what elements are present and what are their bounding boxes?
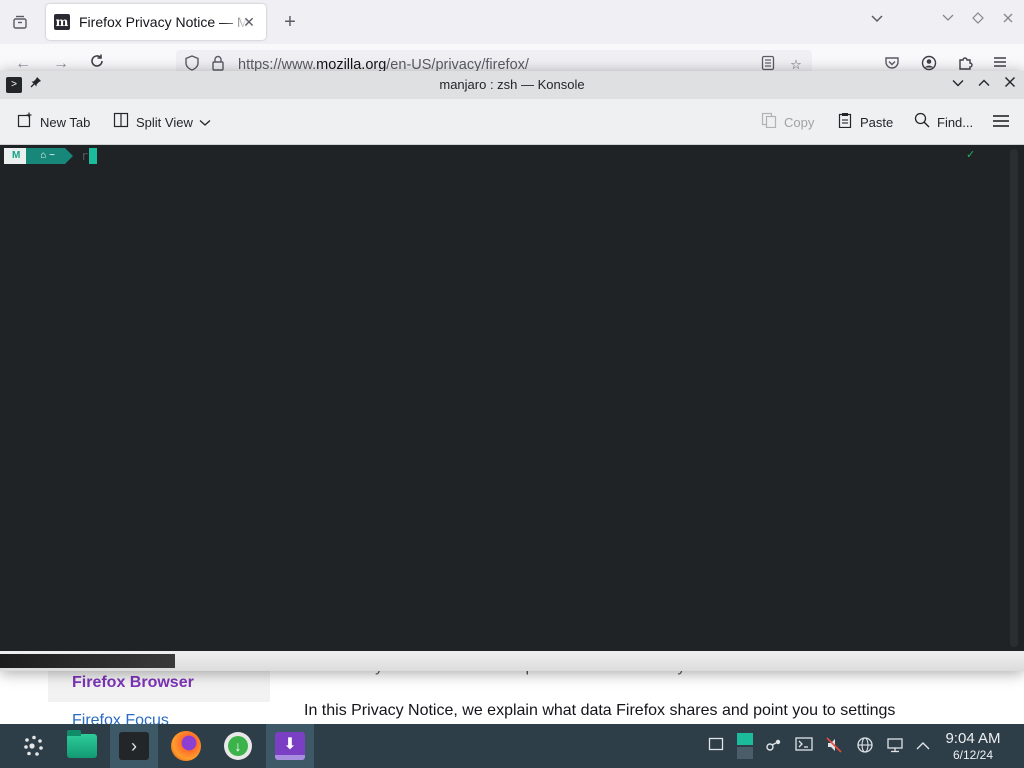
network-icon[interactable]	[855, 736, 875, 756]
konsole-bottom-bar	[0, 651, 1024, 671]
page-paragraph: In this Privacy Notice, we explain what …	[304, 702, 896, 719]
firefox-icon	[171, 731, 201, 761]
chevron-down-icon[interactable]	[199, 115, 211, 130]
terminal-tray-icon[interactable]	[794, 736, 814, 756]
mozilla-favicon-icon: m	[54, 14, 70, 30]
firefox-window-controls	[942, 12, 1014, 27]
tab-title: Firefox Privacy Notice — Mozilla	[79, 14, 249, 30]
clock-date[interactable]: 6/12/24	[934, 748, 1012, 762]
home-icon: ⌂	[40, 150, 47, 161]
virtual-desktop-pager-icon[interactable]	[735, 732, 755, 759]
download-icon: ↓	[224, 732, 252, 760]
split-view-icon	[112, 112, 130, 132]
new-tab-label: New Tab	[40, 114, 91, 130]
close-window-icon[interactable]	[1002, 12, 1014, 27]
hamburger-menu-icon[interactable]	[992, 111, 1010, 133]
volume-muted-icon[interactable]	[824, 736, 844, 756]
paste-icon	[836, 112, 854, 132]
find-button[interactable]: Find...	[913, 111, 973, 133]
konsole-title-bar[interactable]: > manjaro : zsh — Konsole	[0, 71, 1024, 99]
clock-time[interactable]: 9:04 AM	[934, 730, 1012, 747]
browser-tab[interactable]: m Firefox Privacy Notice — Mozilla ✕	[46, 4, 266, 40]
sidebar-link-firefox-browser[interactable]: Firefox Browser	[72, 674, 194, 692]
minimize-icon[interactable]	[942, 12, 954, 27]
terminal-icon: ›	[119, 732, 149, 760]
kde-connect-icon[interactable]	[764, 736, 784, 756]
copy-button[interactable]: Copy	[760, 111, 814, 133]
tab-list-icon[interactable]	[8, 10, 32, 34]
paste-button[interactable]: Paste	[836, 111, 893, 133]
copy-label: Copy	[784, 114, 815, 130]
shell-prompt: M ⌂ ~ r	[4, 148, 98, 164]
show-desktop-icon[interactable]	[706, 736, 726, 756]
file-manager-task[interactable]	[58, 724, 106, 768]
display-configuration-icon[interactable]	[885, 736, 905, 756]
text-cursor	[89, 148, 98, 164]
downloader-task[interactable]: ↓	[214, 724, 262, 768]
folder-icon	[67, 730, 97, 758]
window-title: manjaro : zsh — Konsole	[439, 77, 585, 92]
search-icon	[913, 112, 931, 132]
firefox-tab-bar: m Firefox Privacy Notice — Mozilla ✕ +	[0, 0, 1024, 44]
new-tab-button[interactable]: New Tab	[16, 111, 90, 133]
chevron-up-icon[interactable]	[913, 736, 933, 756]
konsole-window: > manjaro : zsh — Konsole New Tab Split …	[0, 71, 1024, 671]
new-tab-icon	[16, 112, 34, 132]
new-tab-button[interactable]: +	[280, 11, 300, 33]
sidebar-link-firefox-focus[interactable]: Firefox Focus	[72, 712, 169, 724]
typed-command: r	[81, 149, 89, 163]
application-launcher-icon[interactable]	[10, 724, 58, 768]
copy-icon	[760, 112, 778, 132]
manjaro-logo-icon: M	[4, 148, 35, 164]
konsole-window-controls	[950, 75, 1018, 93]
installer-task[interactable]: ⬇	[266, 724, 314, 768]
status-check-icon: ✓	[966, 149, 976, 161]
split-view-button[interactable]: Split View	[112, 111, 211, 133]
close-tab-icon[interactable]: ✕	[240, 13, 258, 31]
prompt-directory: ⌂ ~	[26, 148, 73, 164]
chevron-down-icon[interactable]	[870, 11, 884, 27]
paste-label: Paste	[860, 114, 894, 130]
command-input[interactable]: r	[81, 148, 98, 164]
vertical-scrollbar[interactable]	[1010, 149, 1018, 647]
find-label: Find...	[937, 114, 974, 130]
horizontal-scroll-indicator[interactable]	[0, 654, 175, 668]
split-view-label: Split View	[136, 114, 193, 130]
maximize-icon[interactable]	[972, 12, 984, 27]
minimize-icon[interactable]	[950, 75, 966, 93]
konsole-toolbar: New Tab Split View Copy Paste Find...	[0, 99, 1024, 145]
maximize-icon[interactable]	[976, 75, 992, 93]
close-window-icon[interactable]	[1002, 75, 1018, 93]
konsole-task[interactable]: ›	[110, 724, 158, 768]
firefox-task[interactable]	[162, 724, 210, 768]
directory-label: ~	[49, 150, 56, 161]
terminal-view[interactable]: M ⌂ ~ r ✓	[0, 145, 1024, 651]
installer-icon: ⬇	[275, 732, 305, 760]
taskbar: › ↓ ⬇ 9:04 AM 6/12/24	[0, 724, 1024, 768]
